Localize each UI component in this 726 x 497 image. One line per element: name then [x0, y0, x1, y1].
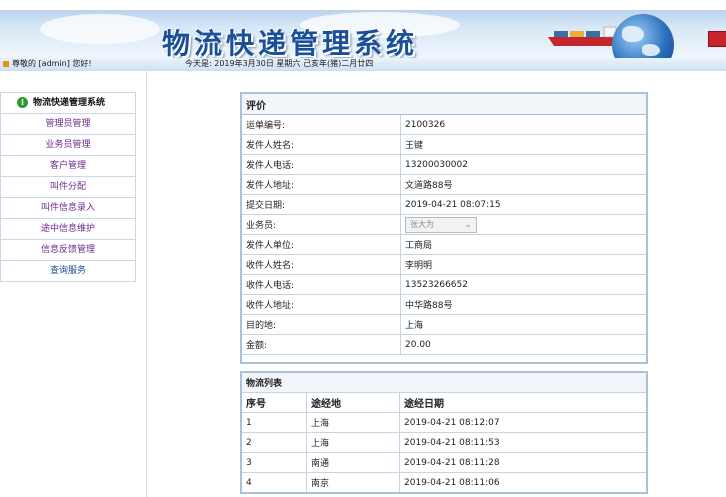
row-date: 2019-04-21 08:11:28 [399, 452, 647, 473]
row-location: 南通 [306, 452, 400, 473]
submit-date-label: 提交日期: [241, 194, 401, 215]
logistics-heading: 物流列表 [241, 372, 647, 393]
row-date: 2019-04-21 08:12:07 [399, 412, 647, 433]
sender-phone-label: 发件人电话: [241, 154, 401, 175]
table-row: 发件人姓名: 王键 [241, 134, 647, 155]
header-banner: 物流快递管理系统 [0, 0, 726, 62]
column-header-date: 途经日期 [399, 392, 647, 413]
amount-label: 金额: [241, 334, 401, 355]
table-row: 运单编号: 2100326 [241, 114, 647, 135]
row-index: 3 [241, 452, 307, 473]
salesperson-cell: 张大为 ⌄ [400, 214, 647, 235]
sidebar-item-pickup-entry[interactable]: 叫件信息录入 [1, 198, 135, 219]
submit-date-value: 2019-04-21 08:07:15 [400, 194, 647, 215]
sender-phone-value: 13200030002 [400, 154, 647, 175]
receiver-address-label: 收件人地址: [241, 294, 401, 315]
info-icon: i [17, 97, 28, 108]
amount-value: 20.00 [400, 334, 647, 355]
table-row: 发件人单位: 工商局 [241, 234, 647, 255]
table-row: 收件人电话: 13523266652 [241, 274, 647, 295]
row-index: 1 [241, 412, 307, 433]
table-row: 发件人地址: 文道路88号 [241, 174, 647, 195]
table-row: 金额: 20.00 [241, 334, 647, 355]
receiver-name-value: 李明明 [400, 254, 647, 275]
salesperson-label: 业务员: [241, 214, 401, 235]
sidebar-item-pickup-assignment[interactable]: 叫件分配 [1, 177, 135, 198]
sidebar-item-feedback-management[interactable]: 信息反馈管理 [1, 240, 135, 261]
sidebar: i 物流快递管理系统 管理员管理 业务员管理 客户管理 叫件分配 叫件信息录入 … [0, 92, 136, 282]
banner-cloud [40, 14, 160, 44]
evaluation-table: 评价 运单编号: 2100326 发件人姓名: 王键 发件人电话: 132000300… [241, 93, 647, 355]
logistics-column-headers: 序号 途经地 途经日期 [241, 392, 647, 413]
sidebar-heading-label: 物流快递管理系统 [33, 98, 106, 108]
row-location: 上海 [306, 432, 400, 453]
table-row: 4 南京 2019-04-21 08:11:06 [241, 472, 647, 493]
app-title: 物流快递管理系统 [162, 27, 419, 60]
waybill-value: 2100326 [400, 114, 647, 135]
column-header-location: 途经地 [306, 392, 400, 413]
content-divider [146, 71, 147, 497]
sidebar-item-transit-maintenance[interactable]: 途中信息维护 [1, 219, 135, 240]
sender-address-label: 发件人地址: [241, 174, 401, 195]
sender-company-value: 工商局 [400, 234, 647, 255]
sender-name-value: 王键 [400, 134, 647, 155]
sidebar-item-staff-management[interactable]: 业务员管理 [1, 135, 135, 156]
banner-top-strip [0, 0, 726, 10]
chevron-down-icon: ⌄ [464, 219, 472, 230]
logistics-table: 物流列表 序号 途经地 途经日期 1 上海 2019-04-21 08:12:0… [241, 372, 647, 493]
user-greeting: 尊敬的 [admin] 您好! [12, 59, 92, 68]
current-date: 今天是: 2019年3月30日 星期六 己亥年(猪)二月廿四 [185, 59, 374, 68]
sender-address-value: 文道路88号 [400, 174, 647, 195]
waybill-label: 运单编号: [241, 114, 401, 135]
receiver-name-label: 收件人姓名: [241, 254, 401, 275]
destination-label: 目的地: [241, 314, 401, 335]
header-divider [0, 70, 726, 71]
evaluation-heading: 评价 [241, 93, 647, 115]
sender-name-label: 发件人姓名: [241, 134, 401, 155]
banner-red-box [708, 31, 726, 47]
receiver-phone-value: 13523266652 [400, 274, 647, 295]
destination-value: 上海 [400, 314, 647, 335]
sidebar-item-query-service[interactable]: 查询服务 [1, 261, 135, 281]
sidebar-item-customer-management[interactable]: 客户管理 [1, 156, 135, 177]
table-row: 目的地: 上海 [241, 314, 647, 335]
table-row: 1 上海 2019-04-21 08:12:07 [241, 412, 647, 433]
row-index: 2 [241, 432, 307, 453]
table-row: 业务员: 张大为 ⌄ [241, 214, 647, 235]
table-row: 发件人电话: 13200030002 [241, 154, 647, 175]
row-date: 2019-04-21 08:11:53 [399, 432, 647, 453]
table-row: 3 南通 2019-04-21 08:11:28 [241, 452, 647, 473]
salesperson-selected: 张大为 [410, 219, 434, 229]
table-row: 提交日期: 2019-04-21 08:07:15 [241, 194, 647, 215]
table-row: 收件人地址: 中华路88号 [241, 294, 647, 315]
row-index: 4 [241, 472, 307, 493]
salesperson-select[interactable]: 张大为 ⌄ [405, 216, 477, 233]
row-location: 南京 [306, 472, 400, 493]
globe-image [612, 14, 674, 62]
column-header-index: 序号 [241, 392, 307, 413]
bullet-icon [3, 61, 9, 67]
sidebar-heading: i 物流快递管理系统 [1, 93, 135, 114]
row-location: 上海 [306, 412, 400, 433]
row-date: 2019-04-21 08:11:06 [399, 472, 647, 493]
table-row: 2 上海 2019-04-21 08:11:53 [241, 432, 647, 453]
table-row: 收件人姓名: 李明明 [241, 254, 647, 275]
sidebar-item-admin-management[interactable]: 管理员管理 [1, 114, 135, 135]
info-bar: 尊敬的 [admin] 您好! 今天是: 2019年3月30日 星期六 己亥年(… [0, 58, 726, 70]
receiver-phone-label: 收件人电话: [241, 274, 401, 295]
receiver-address-value: 中华路88号 [400, 294, 647, 315]
sender-company-label: 发件人单位: [241, 234, 401, 255]
